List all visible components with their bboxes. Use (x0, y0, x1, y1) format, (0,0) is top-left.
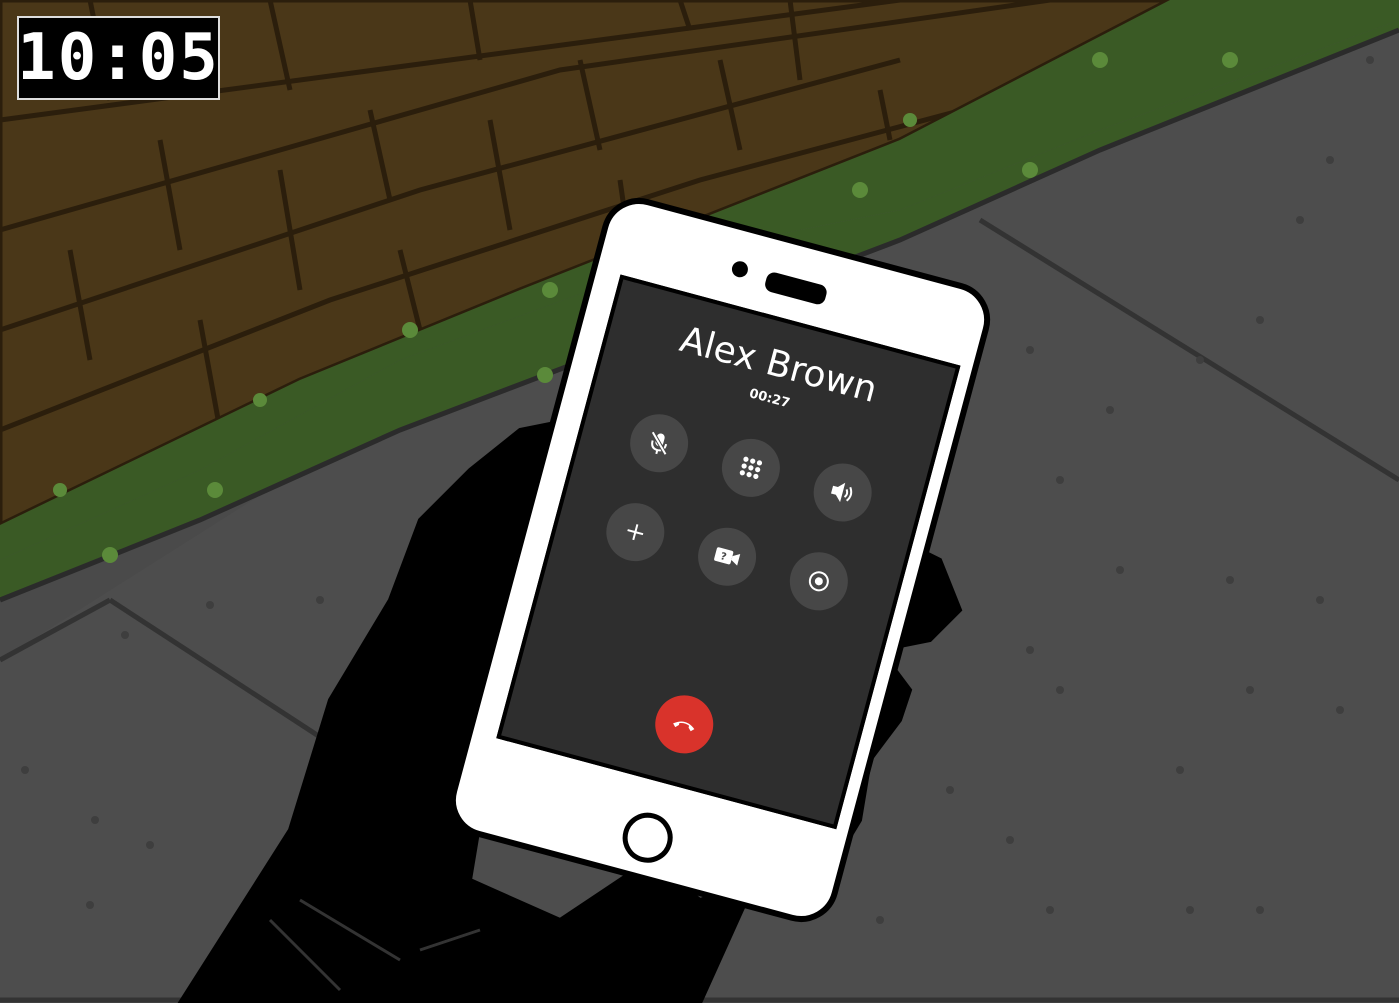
record-icon (808, 571, 829, 592)
record-button[interactable] (783, 545, 855, 617)
game-clock: 10:05 (17, 16, 220, 100)
earpiece-speaker (763, 270, 829, 307)
video-call-button[interactable]: ? (691, 521, 763, 593)
speaker-button[interactable] (807, 456, 879, 528)
plus-icon (627, 524, 644, 541)
microphone-muted-icon (651, 431, 668, 456)
speaker-icon (831, 482, 853, 503)
front-camera (730, 259, 750, 280)
phone-hangup-icon (673, 721, 695, 732)
clock-time: 10:05 (17, 21, 220, 95)
mute-button[interactable] (623, 407, 695, 479)
keypad-button[interactable] (715, 432, 787, 504)
game-scene: 10:05 Alex Brown 00:27 ? (0, 0, 1399, 1003)
add-call-button[interactable] (599, 496, 671, 568)
keypad-icon (739, 456, 763, 480)
end-call-button[interactable] (648, 688, 720, 760)
home-button[interactable] (617, 807, 679, 869)
video-camera-icon: ? (714, 547, 741, 566)
